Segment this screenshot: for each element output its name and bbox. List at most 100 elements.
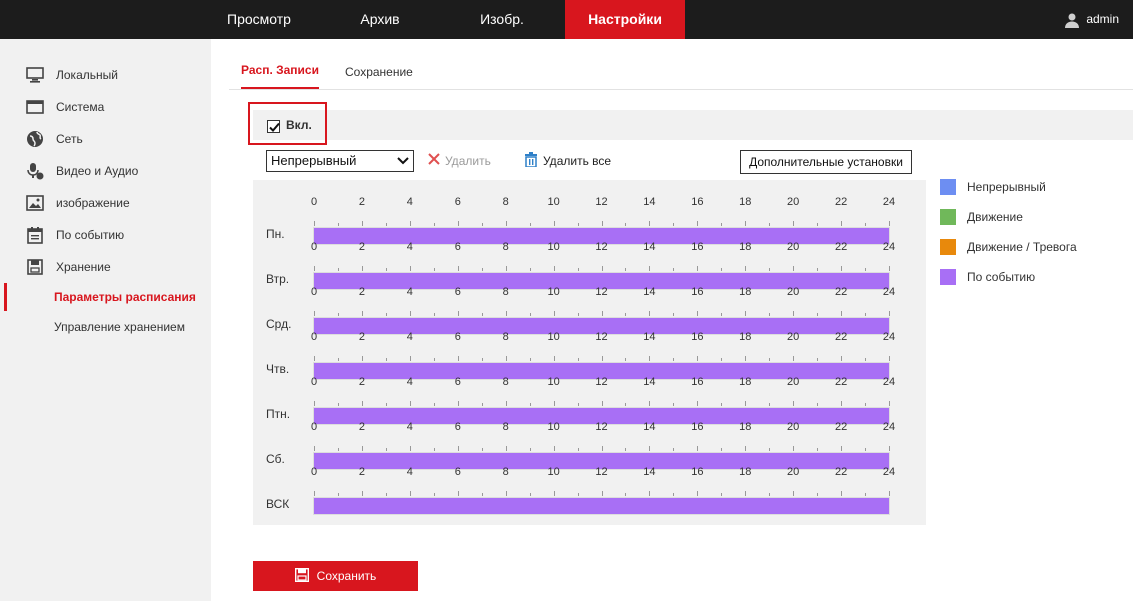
day-timeline[interactable] <box>313 497 890 515</box>
legend-label: Движение / Тревога <box>967 240 1077 254</box>
hour-tick-label: 22 <box>834 286 848 298</box>
tab-picture[interactable]: Изобр. <box>452 0 552 39</box>
sidebar-item-local[interactable]: Локальный <box>0 61 211 89</box>
schedule-segment[interactable] <box>314 498 889 514</box>
hour-tick-mark <box>793 491 795 496</box>
hour-tick-label: 22 <box>834 376 848 388</box>
hour-tick-label: 10 <box>547 241 560 253</box>
hour-tick-label: 6 <box>454 331 461 343</box>
hour-tick-label: 12 <box>595 421 608 433</box>
hour-tick-mark <box>817 223 819 226</box>
hour-tick-mark <box>553 221 555 226</box>
sidebar-item-network[interactable]: Сеть <box>0 125 211 153</box>
sidebar-item-label: Система <box>56 100 105 114</box>
sidebar-item-event[interactable]: По событию <box>0 221 211 249</box>
sidebar-item-system[interactable]: Система <box>0 93 211 121</box>
sidebar-subitem-label: Параметры расписания <box>54 290 196 304</box>
hour-tick-mark <box>529 223 531 226</box>
hour-tick-mark <box>817 493 819 496</box>
sidebar-item-image[interactable]: изображение <box>0 189 211 217</box>
hour-tick-label: 24 <box>882 286 896 298</box>
hour-tick-mark <box>457 356 459 361</box>
hour-tick-label: 20 <box>787 196 800 208</box>
chevron-down-icon <box>396 154 410 171</box>
hour-tick-mark <box>625 223 627 226</box>
hour-tick-label: 24 <box>882 241 896 253</box>
hour-tick-mark <box>433 268 435 271</box>
hour-tick-label: 4 <box>406 421 413 433</box>
hour-tick-label: 4 <box>406 196 413 208</box>
hour-tick-label: 22 <box>834 241 848 253</box>
enable-checkbox[interactable] <box>267 120 280 133</box>
schedule-day-row: 0 2 4 6 8 10 12 14 16 18 20 22 24 ВСК <box>253 463 926 515</box>
user-menu[interactable]: admin <box>1064 0 1119 39</box>
hour-tick-mark <box>577 403 579 406</box>
hour-tick-label: 8 <box>502 196 509 208</box>
hour-tick-mark <box>457 446 459 451</box>
hour-tick-label: 16 <box>691 466 704 478</box>
hour-tick-label: 16 <box>691 286 704 298</box>
trash-icon <box>524 152 538 170</box>
hour-tick-mark <box>817 358 819 361</box>
hour-tick-label: 12 <box>595 331 608 343</box>
hour-tick-mark <box>865 403 867 406</box>
hour-tick-mark <box>529 448 531 451</box>
hour-tick-mark <box>745 266 747 271</box>
hour-tick-label: 2 <box>358 241 365 253</box>
hour-tick-mark <box>841 311 843 316</box>
tab-configuration[interactable]: Настройки <box>565 0 685 39</box>
hour-tick-label: 20 <box>787 421 800 433</box>
hour-tick-mark <box>865 358 867 361</box>
tab-playback[interactable]: Архив <box>330 0 430 39</box>
tab-live-view[interactable]: Просмотр <box>211 0 307 39</box>
tab-record-schedule[interactable]: Расп. Записи <box>241 56 319 89</box>
hour-tick-mark <box>721 448 723 451</box>
hour-tick-mark <box>529 358 531 361</box>
hour-tick-label: 24 <box>882 331 896 343</box>
hour-tick-label: 24 <box>882 376 896 388</box>
enable-label: Вкл. <box>286 118 312 132</box>
hour-tick-label: 14 <box>643 466 656 478</box>
hour-tick-label: 16 <box>691 331 704 343</box>
hour-tick-mark <box>697 356 699 361</box>
tab-capture[interactable]: Сохранение <box>345 58 413 91</box>
hour-tick-label: 6 <box>454 421 461 433</box>
hour-tick-mark <box>314 266 315 271</box>
hour-tick-mark <box>385 313 387 316</box>
hour-tick-label: 4 <box>406 241 413 253</box>
top-nav-bar: Просмотр Архив Изобр. Настройки admin <box>0 0 1133 39</box>
hour-tick-mark <box>433 223 435 226</box>
hour-tick-label: 18 <box>739 196 752 208</box>
sidebar-subitem-schedule-settings[interactable]: Параметры расписания <box>0 283 211 311</box>
sidebar-item-video-audio[interactable]: Видео и Аудио <box>0 157 211 185</box>
hour-tick-mark <box>865 313 867 316</box>
hour-tick-mark <box>841 266 843 271</box>
advanced-settings-button[interactable]: Дополнительные установки <box>740 150 912 174</box>
hour-tick-mark <box>841 491 843 496</box>
hour-tick-label: 10 <box>547 466 560 478</box>
hour-tick-mark <box>505 311 507 316</box>
image-icon <box>26 194 44 212</box>
hour-tick-label: 18 <box>739 286 752 298</box>
delete-all-button[interactable]: Удалить все <box>524 152 611 170</box>
hour-tick-label: 0 <box>310 376 318 388</box>
hour-tick-mark <box>457 311 459 316</box>
hour-tick-label: 0 <box>310 286 318 298</box>
hour-tick-mark <box>481 268 483 271</box>
hour-tick-label: 6 <box>454 241 461 253</box>
delete-label: Удалить <box>445 153 491 168</box>
hour-tick-mark <box>385 448 387 451</box>
hour-tick-mark <box>841 221 843 226</box>
record-type-select[interactable]: Непрерывный <box>266 150 414 172</box>
hour-tick-mark <box>409 401 411 406</box>
save-label: Сохранить <box>316 569 377 583</box>
save-button[interactable]: Сохранить <box>253 561 418 591</box>
delete-button[interactable]: Удалить <box>428 153 491 168</box>
sidebar-subitem-storage-management[interactable]: Управление хранением <box>0 313 211 341</box>
hour-tick-mark <box>721 403 723 406</box>
sidebar-item-storage[interactable]: Хранение <box>0 253 211 281</box>
hour-tick-mark <box>625 448 627 451</box>
sidebar-item-label: изображение <box>56 196 130 210</box>
hour-tick-label: 18 <box>739 421 752 433</box>
hour-tick-mark <box>721 313 723 316</box>
